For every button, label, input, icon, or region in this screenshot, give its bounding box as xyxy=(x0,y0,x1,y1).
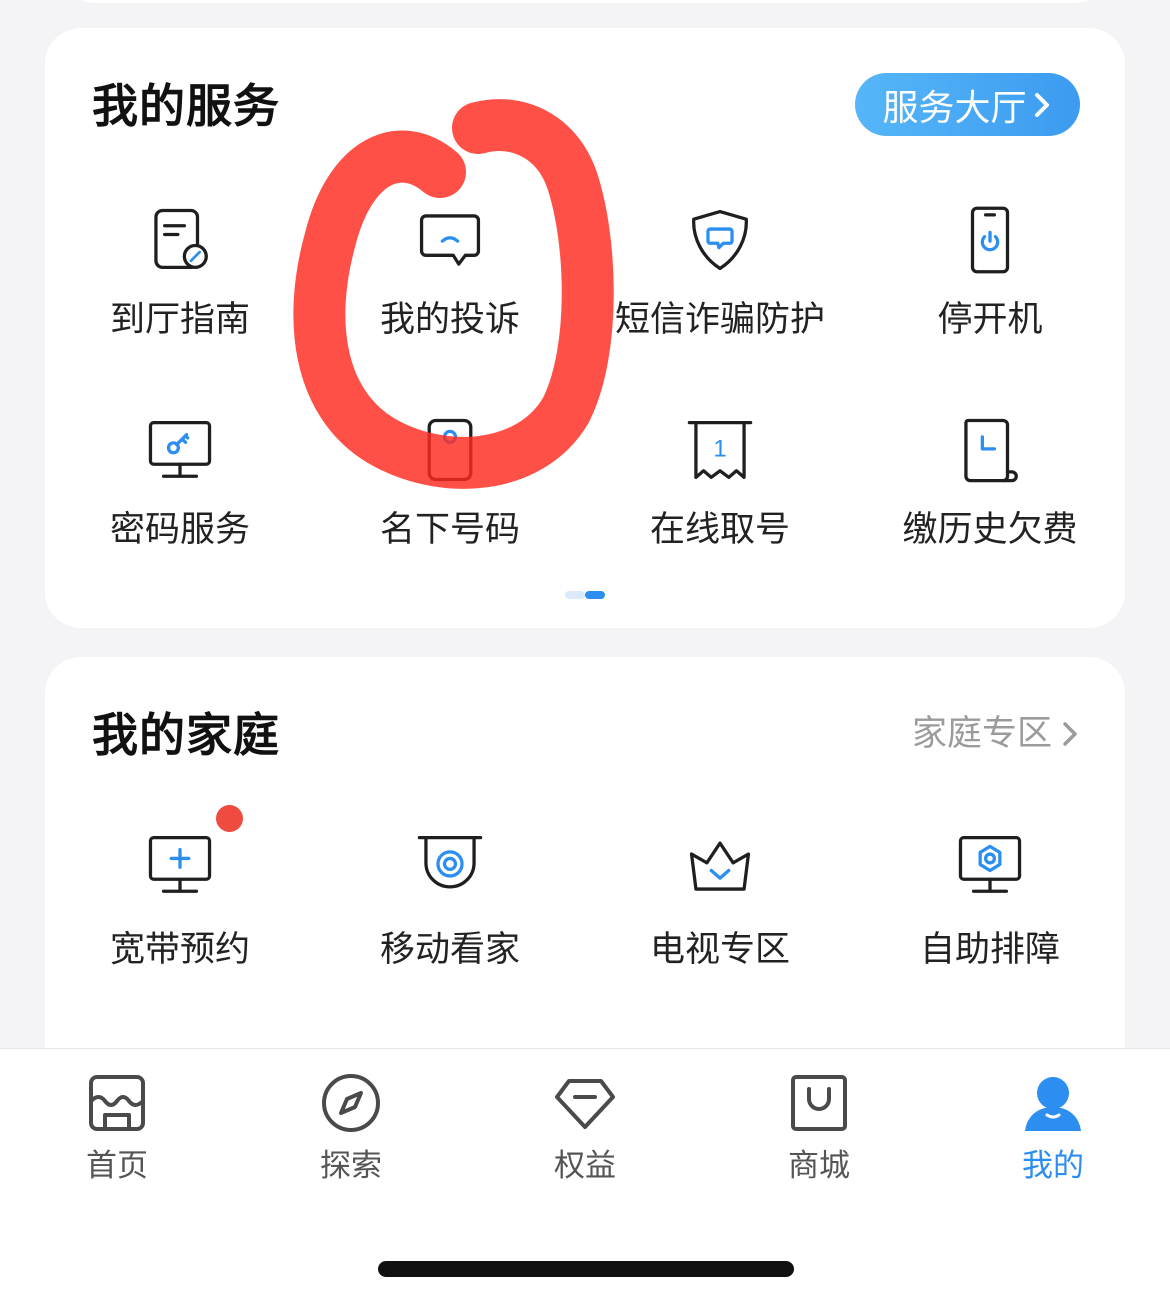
service-item-numbers-under-name[interactable]: 名下号码 xyxy=(315,415,585,555)
family-item-label: 移动看家 xyxy=(379,930,520,969)
pager-dot xyxy=(565,591,585,599)
monitor-key-icon xyxy=(148,421,212,478)
previous-card-edge xyxy=(65,0,1105,3)
tab-home[interactable]: 首页 xyxy=(0,1049,234,1199)
compass-icon xyxy=(322,1074,380,1132)
family-item-self-troubleshoot[interactable]: 自助排障 xyxy=(855,830,1125,970)
service-item-password[interactable]: 密码服务 xyxy=(45,415,315,555)
bottom-tab-bar: 首页 探索 权益 商城 我的 xyxy=(0,1048,1170,1300)
tab-label: 探索 xyxy=(320,1148,382,1183)
document-compass-icon xyxy=(154,208,208,269)
crown-icon xyxy=(689,841,751,891)
tab-label: 我的 xyxy=(1022,1148,1084,1183)
shield-message-icon xyxy=(692,209,748,271)
tab-mine[interactable]: 我的 xyxy=(936,1049,1170,1199)
family-item-mobile-home-watch[interactable]: 移动看家 xyxy=(315,830,585,970)
camera-icon xyxy=(417,836,483,889)
family-item-label: 电视专区 xyxy=(649,930,790,969)
tab-label: 首页 xyxy=(86,1148,148,1183)
service-item-my-complaints[interactable]: 我的投诉 xyxy=(315,205,585,345)
home-indicator[interactable] xyxy=(378,1261,794,1277)
service-item-label: 我的投诉 xyxy=(379,300,520,339)
phone-card-icon xyxy=(427,418,473,482)
service-hall-button[interactable]: 服务大厅 xyxy=(855,73,1080,136)
service-item-label: 在线取号 xyxy=(649,510,790,549)
family-zone-link[interactable]: 家庭专区 xyxy=(912,711,1080,757)
family-item-label: 宽带预约 xyxy=(109,930,250,969)
phone-power-icon xyxy=(970,206,1010,274)
storefront-icon xyxy=(89,1075,145,1131)
my-services-card: 我的服务 服务大厅 到厅指南 我的投诉 短信诈骗防护 停开机 密码服务 名下号码… xyxy=(45,28,1125,628)
service-item-label: 到厅指南 xyxy=(109,300,250,339)
service-item-pay-arrears[interactable]: 缴历史欠费 xyxy=(855,415,1125,555)
tab-benefits[interactable]: 权益 xyxy=(468,1049,702,1199)
service-item-label: 名下号码 xyxy=(379,510,520,549)
services-title: 我的服务 xyxy=(92,80,280,132)
tab-label: 权益 xyxy=(554,1148,616,1183)
chevron-right-icon xyxy=(1063,722,1077,746)
notification-badge xyxy=(216,805,243,832)
service-item-suspend-resume[interactable]: 停开机 xyxy=(855,205,1125,345)
shopping-bag-icon xyxy=(791,1075,847,1131)
tab-label: 商城 xyxy=(788,1148,850,1183)
service-item-online-queue[interactable]: 1 在线取号 xyxy=(585,415,855,555)
service-item-sms-fraud-protection[interactable]: 短信诈骗防护 xyxy=(585,205,855,345)
pager-dots xyxy=(565,591,605,599)
pager-dot xyxy=(585,591,605,599)
tab-explore[interactable]: 探索 xyxy=(234,1049,468,1199)
service-item-hall-guide[interactable]: 到厅指南 xyxy=(45,205,315,345)
family-item-tv-zone[interactable]: 电视专区 xyxy=(585,830,855,970)
service-item-label: 短信诈骗防护 xyxy=(614,300,825,339)
tab-mall[interactable]: 商城 xyxy=(702,1049,936,1199)
family-title: 我的家庭 xyxy=(92,709,280,761)
family-zone-label: 家庭专区 xyxy=(911,714,1052,753)
service-item-label: 密码服务 xyxy=(109,510,250,549)
service-item-label: 缴历史欠费 xyxy=(902,510,1078,549)
ticket-number: 1 xyxy=(713,436,726,463)
service-hall-label: 服务大厅 xyxy=(882,86,1027,128)
diamond-icon xyxy=(555,1079,615,1129)
person-icon xyxy=(1025,1077,1081,1131)
service-item-label: 停开机 xyxy=(937,300,1043,339)
bill-scroll-icon xyxy=(964,418,1018,483)
family-item-broadband-booking[interactable]: 宽带预约 xyxy=(45,830,315,970)
family-item-label: 自助排障 xyxy=(919,930,1060,969)
monitor-plus-icon xyxy=(148,836,212,893)
ticket-icon: 1 xyxy=(687,421,753,479)
chevron-right-icon xyxy=(1034,92,1049,117)
monitor-nut-icon xyxy=(958,836,1022,893)
chat-bubble-icon xyxy=(419,214,481,266)
